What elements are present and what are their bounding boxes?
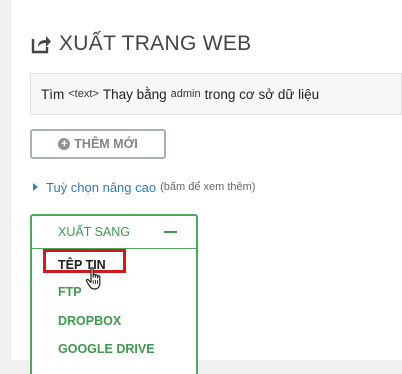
add-new-button[interactable]: + THÊM MỚI: [30, 129, 166, 159]
find-text-placeholder[interactable]: <text>: [68, 88, 99, 100]
hand-pointer-icon: [85, 267, 101, 290]
advanced-options-hint: (bấm để xem thêm): [160, 181, 256, 193]
page-title: XUẤT TRANG WEB: [59, 32, 252, 55]
export-to-header[interactable]: XUẤT SANG: [32, 216, 196, 249]
export-to-panel: XUẤT SANG TỆP TIN FTP DROPBOX GOOGLE DRI…: [30, 214, 198, 374]
advanced-options-link[interactable]: Tuỳ chọn nâng cao: [46, 180, 156, 195]
replace-label: Thay bằng: [102, 86, 167, 102]
add-new-label: THÊM MỚI: [74, 137, 138, 151]
page-title-row: XUẤT TRANG WEB: [30, 29, 251, 59]
caret-right-icon: [33, 183, 38, 191]
find-label: Tìm: [41, 86, 65, 102]
plus-circle-icon: +: [58, 138, 71, 150]
export-icon: [31, 36, 51, 54]
advanced-options-row[interactable]: Tuỳ chọn nâng cao (bấm để xem thêm): [33, 178, 255, 196]
collapse-minus-icon[interactable]: [164, 231, 177, 233]
search-replace-box[interactable]: Tìm <text> Thay bằng admin trong cơ sở d…: [30, 73, 402, 115]
export-option-dropbox[interactable]: DROPBOX: [58, 314, 121, 328]
export-option-google-drive[interactable]: GOOGLE DRIVE: [58, 342, 155, 356]
export-to-header-label: XUẤT SANG: [58, 225, 131, 239]
replace-value[interactable]: admin: [171, 88, 201, 100]
search-suffix: trong cơ sở dữ liệu: [204, 86, 320, 102]
export-option-ftp[interactable]: FTP: [58, 285, 82, 299]
